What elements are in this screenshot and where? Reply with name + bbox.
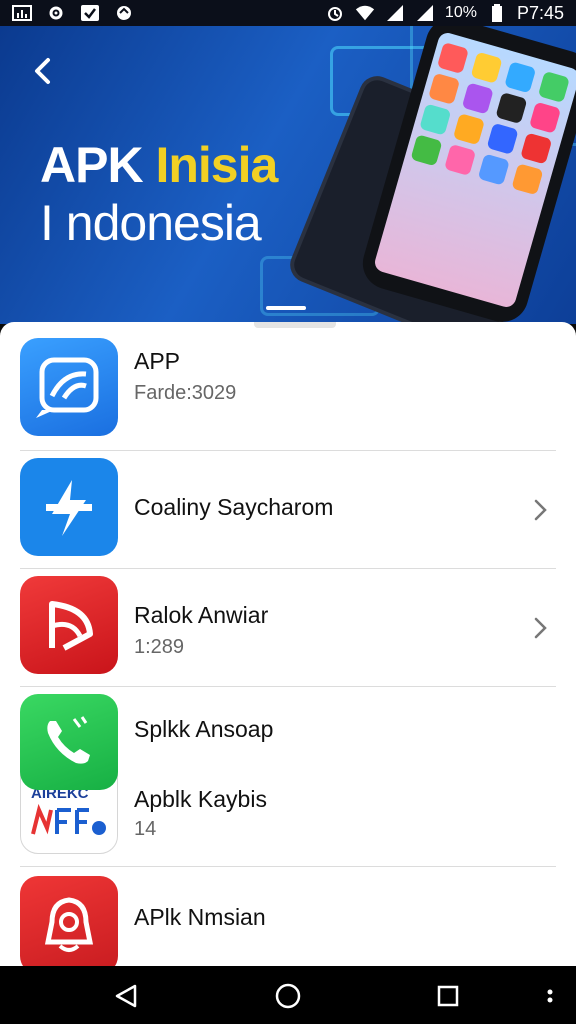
app-title: APlk Nmsian	[134, 904, 266, 930]
play-arc-icon	[20, 576, 118, 674]
app-dot	[461, 82, 494, 115]
nav-recents-button[interactable]	[434, 982, 462, 1010]
app-dot	[428, 72, 461, 105]
app-dot	[470, 51, 503, 84]
app-dot	[537, 70, 570, 104]
app-subtitle: 14	[134, 818, 157, 840]
app-subtitle: 1:289	[134, 636, 185, 658]
sync-notification-icon	[114, 4, 134, 22]
system-nav-bar	[0, 966, 576, 1024]
recents-icon	[437, 985, 459, 1007]
app-dot	[495, 92, 528, 125]
chevron-right-icon	[528, 498, 552, 522]
banner-handle	[266, 306, 306, 310]
chevron-right-icon	[528, 616, 552, 640]
banner-title: APK Inisia	[40, 136, 278, 194]
divider	[20, 450, 556, 451]
wifi-icon	[355, 4, 375, 22]
app-dot	[419, 103, 452, 136]
app-title: Ralok Anwiar	[134, 602, 269, 628]
nav-back-button[interactable]	[112, 982, 140, 1010]
banner-title-word: APK	[40, 137, 144, 193]
app-title: Apblk Kaybis	[134, 786, 267, 812]
app-title: Splkk Ansoap	[134, 716, 274, 742]
hero-banner: APK Inisia I ndonesia	[0, 26, 576, 324]
app-title: APP	[134, 348, 181, 374]
divider	[20, 686, 556, 687]
alarm-icon	[325, 4, 345, 22]
banner-title-accent: Inisia	[155, 137, 278, 193]
divider	[20, 866, 556, 867]
list-item[interactable]: APP Farde:3029	[0, 322, 576, 450]
more-icon	[547, 989, 553, 1003]
status-bar: 10% P7:45	[0, 0, 576, 26]
check-notification-icon	[80, 4, 100, 22]
list-item[interactable]: Ralok Anwiar 1:289	[0, 570, 576, 686]
divider	[20, 568, 556, 569]
app-dot	[410, 134, 443, 167]
app-list-sheet: APP Farde:3029 Coaliny Saycharom Ralok A…	[0, 322, 576, 966]
chart-notification-icon	[12, 4, 32, 22]
settings-notification-icon	[46, 4, 66, 22]
list-item[interactable]: Coaliny Saycharom	[0, 452, 576, 568]
app-dot	[520, 132, 553, 165]
bell-face-icon	[20, 876, 118, 966]
app-title: Coaliny Saycharom	[134, 494, 334, 520]
app-dot	[511, 163, 544, 196]
list-item[interactable]: Splkk Ansoap	[0, 688, 576, 790]
back-button[interactable]	[26, 54, 60, 88]
clock: P7:45	[516, 2, 564, 23]
chart-chat-icon	[20, 338, 118, 436]
app-dot	[444, 143, 477, 177]
flash-icon	[20, 458, 118, 556]
app-dot	[528, 101, 562, 134]
signal-icon-2	[415, 4, 435, 22]
phone-icon	[20, 694, 118, 790]
app-dot	[477, 153, 510, 186]
signal-icon	[385, 4, 405, 22]
app-dot	[486, 122, 519, 155]
list-item[interactable]: APlk Nmsian	[0, 868, 576, 966]
battery-percent: 10%	[444, 4, 477, 21]
chevron-left-icon	[35, 58, 50, 84]
app-dot	[504, 61, 537, 94]
home-icon	[275, 983, 301, 1009]
app-subtitle: Farde:3029	[134, 382, 237, 404]
banner-subtitle: I ndonesia	[40, 195, 262, 251]
back-icon	[115, 984, 137, 1008]
nav-more-button[interactable]	[536, 982, 564, 1010]
app-dot	[436, 41, 470, 75]
app-dot	[452, 113, 486, 146]
nav-home-button[interactable]	[274, 982, 302, 1010]
battery-icon	[487, 4, 507, 22]
